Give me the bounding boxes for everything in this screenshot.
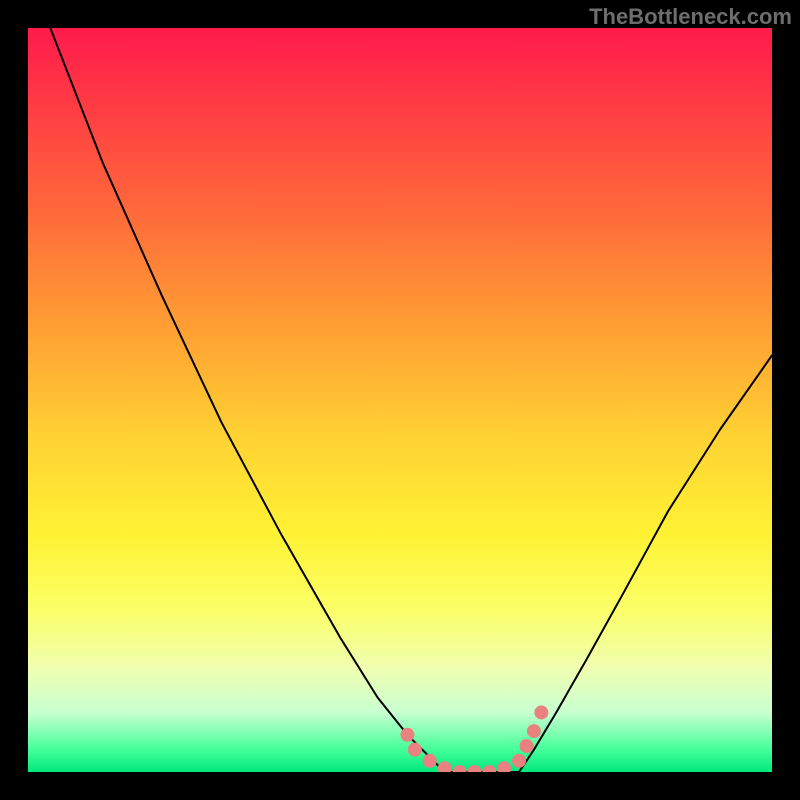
highlight-marker <box>519 739 533 753</box>
highlight-marker <box>467 765 481 772</box>
curve-layer <box>28 28 772 772</box>
chart-frame: TheBottleneck.com <box>0 0 800 800</box>
highlight-marker <box>453 765 467 772</box>
highlight-marker <box>497 761 511 772</box>
curves-group <box>50 28 772 772</box>
highlight-marker <box>400 728 414 742</box>
bottleneck-curve <box>50 28 772 772</box>
highlight-marker <box>438 761 452 772</box>
highlight-marker <box>482 765 496 772</box>
highlight-marker <box>512 754 526 768</box>
plot-area <box>28 28 772 772</box>
watermark-text: TheBottleneck.com <box>589 4 792 30</box>
highlight-marker <box>423 754 437 768</box>
highlight-marker <box>527 724 541 738</box>
highlight-marker <box>534 705 548 719</box>
highlight-marker <box>408 743 422 757</box>
